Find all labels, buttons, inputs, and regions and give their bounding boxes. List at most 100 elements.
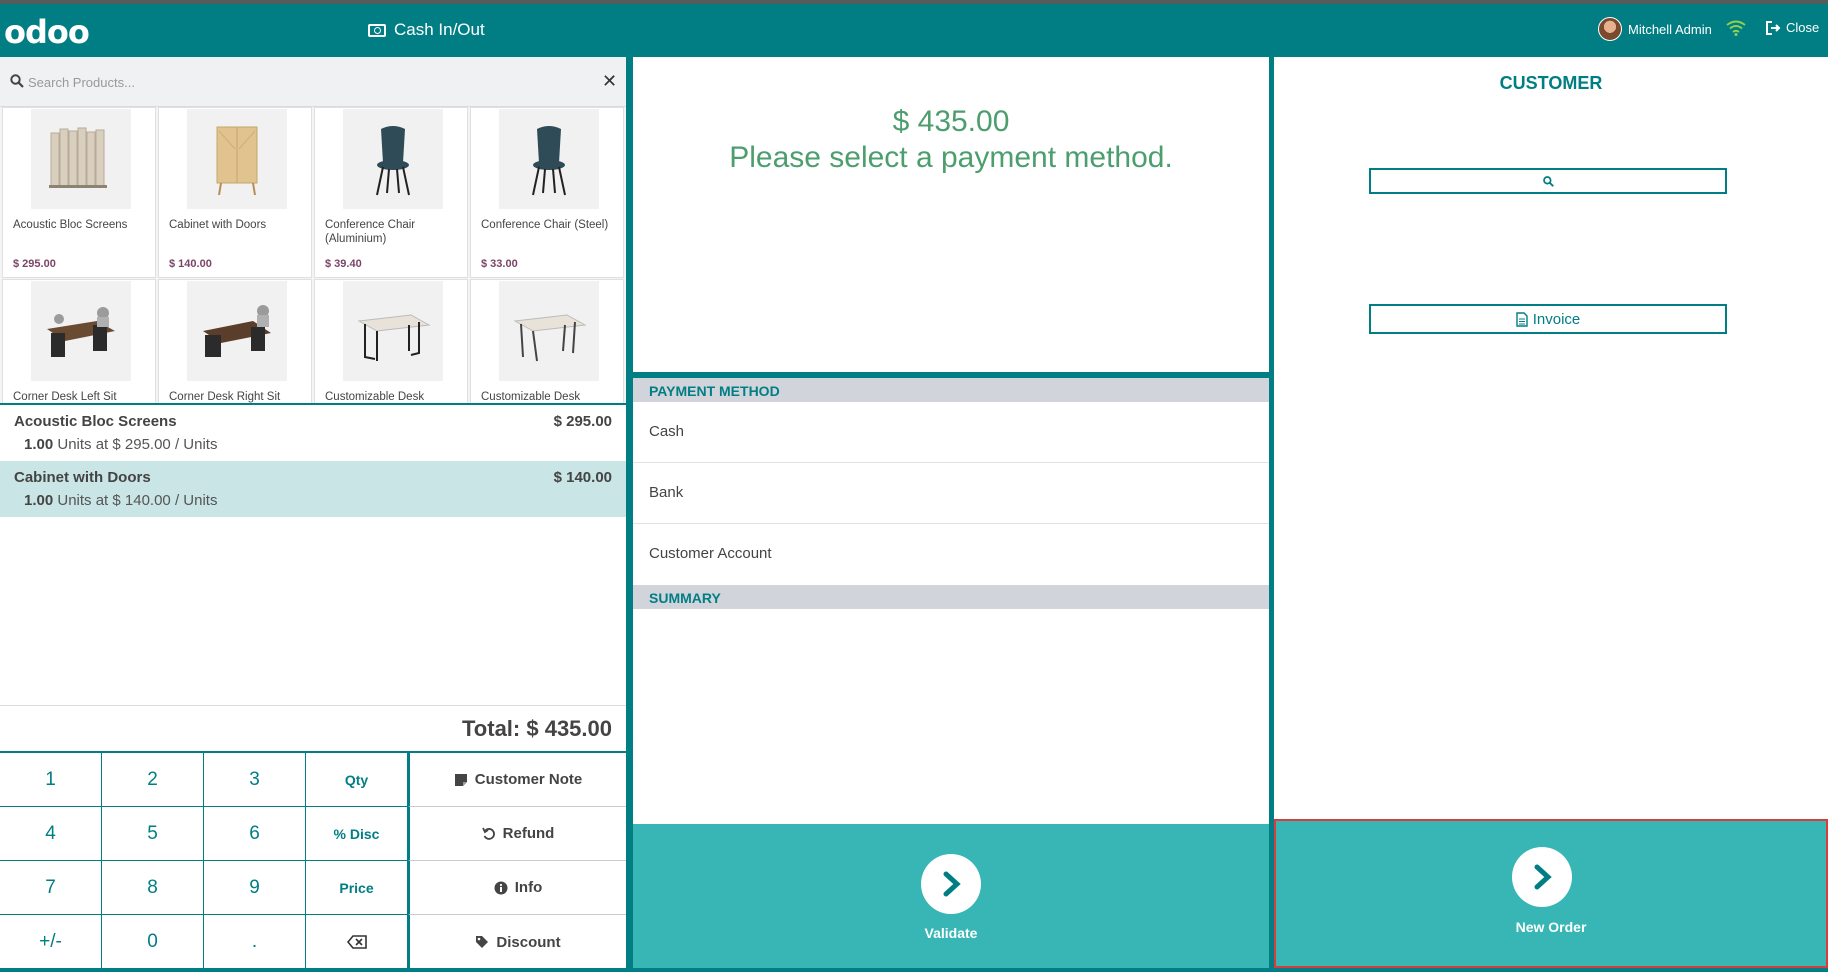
cash-in-out-label: Cash In/Out: [394, 20, 485, 39]
numpad-discount-mode[interactable]: % Disc: [306, 807, 408, 861]
payment-method-customer-account[interactable]: Customer Account: [633, 524, 1269, 585]
numpad-key-0[interactable]: 0: [102, 915, 204, 969]
numpad-plus-minus[interactable]: +/-: [0, 915, 102, 969]
undo-icon: [481, 827, 495, 840]
product-card[interactable]: Corner Desk Left Sit: [2, 279, 156, 403]
numpad-key-4[interactable]: 4: [0, 807, 102, 861]
search-icon: [10, 74, 24, 88]
product-name: Corner Desk Left Sit: [13, 391, 117, 403]
product-image: [343, 281, 443, 381]
discount-button[interactable]: Discount: [408, 915, 626, 969]
order-pane: ✕ Acoustic Bloc Screens $ 295.00: [0, 57, 626, 969]
chair-icon: [532, 126, 566, 196]
payment-status: $ 435.00 Please select a payment method.: [633, 57, 1269, 372]
new-order-label: New Order: [1515, 919, 1587, 935]
numpad-key-2[interactable]: 2: [102, 753, 204, 807]
validate-circle: [921, 854, 981, 914]
product-name: Customizable Desk: [325, 391, 425, 403]
table-icon: [513, 314, 587, 362]
numpad-key-6[interactable]: 6: [204, 807, 306, 861]
discount-label: Discount: [496, 933, 561, 951]
order-line-qty: 1.00: [24, 436, 54, 453]
product-image: [31, 109, 131, 209]
product-card[interactable]: Conference Chair (Steel) $ 33.00: [470, 107, 624, 278]
product-card[interactable]: Conference Chair (Aluminium) $ 39.40: [314, 107, 468, 278]
cash-in-out-button[interactable]: Cash In/Out: [368, 20, 485, 40]
payment-method-bank[interactable]: Bank: [633, 463, 1269, 524]
search-input[interactable]: [28, 69, 588, 95]
info-button[interactable]: Info: [408, 861, 626, 915]
product-price: $ 39.40: [325, 258, 362, 270]
screen-panel-icon: [49, 127, 107, 188]
wifi-icon[interactable]: [1726, 20, 1746, 36]
customer-note-label: Customer Note: [474, 771, 583, 788]
info-label: Info: [514, 879, 543, 896]
product-card[interactable]: Cabinet with Doors $ 140.00: [158, 107, 312, 278]
product-name: Customizable Desk: [481, 391, 581, 403]
order-line-unit-info: Units at $ 295.00 / Units: [53, 436, 218, 453]
close-session-button[interactable]: Close: [1766, 20, 1819, 35]
product-card[interactable]: Customizable Desk: [314, 279, 468, 403]
refund-button[interactable]: Refund: [408, 807, 626, 861]
order-line-name: Cabinet with Doors: [14, 469, 151, 486]
product-image: [499, 109, 599, 209]
order-line-price: $ 140.00: [553, 469, 612, 486]
customer-title: CUSTOMER: [1499, 73, 1603, 93]
product-image: [31, 281, 131, 381]
numpad-key-1[interactable]: 1: [0, 753, 102, 807]
order-line-info: 1.00 Units at $ 295.00 / Units: [24, 436, 217, 453]
numpad-key-5[interactable]: 5: [102, 807, 204, 861]
order-line-qty: 1.00: [24, 492, 54, 509]
user-menu[interactable]: Mitchell Admin: [1598, 17, 1712, 41]
product-name: Corner Desk Right Sit: [169, 391, 281, 403]
numpad-key-7[interactable]: 7: [0, 861, 102, 915]
customer-search-button[interactable]: [1369, 168, 1727, 194]
product-card[interactable]: Customizable Desk: [470, 279, 624, 403]
tag-icon: [476, 936, 489, 948]
chair-icon: [376, 126, 410, 196]
order-line-name: Acoustic Bloc Screens: [14, 413, 177, 430]
user-name: Mitchell Admin: [1628, 21, 1712, 37]
sticky-note-icon: [454, 773, 467, 786]
product-name: Conference Chair (Aluminium): [325, 219, 416, 245]
order-total: Total: $ 435.00: [462, 716, 612, 741]
numpad-key-8[interactable]: 8: [102, 861, 204, 915]
payment-method-header: PAYMENT METHOD: [633, 378, 1269, 402]
product-image: [499, 281, 599, 381]
order-line-unit-info: Units at $ 140.00 / Units: [53, 492, 218, 509]
numpad-key-3[interactable]: 3: [204, 753, 306, 807]
product-grid: Acoustic Bloc Screens $ 295.00 Cabinet w…: [0, 107, 626, 403]
product-name: Cabinet with Doors: [169, 219, 267, 231]
numpad-key-9[interactable]: 9: [204, 861, 306, 915]
payment-method-cash[interactable]: Cash: [633, 402, 1269, 463]
order-line-price: $ 295.00: [553, 413, 612, 430]
product-card[interactable]: Acoustic Bloc Screens $ 295.00: [2, 107, 156, 278]
avatar: [1598, 17, 1622, 41]
backspace-icon: [346, 934, 367, 949]
product-card[interactable]: Corner Desk Right Sit: [158, 279, 312, 403]
close-label: Close: [1786, 20, 1820, 35]
numpad-qty-mode[interactable]: Qty: [306, 753, 408, 807]
clear-search-icon[interactable]: ✕: [602, 71, 617, 92]
top-bar: odoo Cash In/Out Mitchell Admin Close: [0, 4, 1828, 57]
order-line-selected[interactable]: Cabinet with Doors $ 140.00 1.00 Units a…: [0, 461, 626, 517]
info-circle-icon: [494, 881, 508, 894]
product-image: [187, 281, 287, 381]
customer-note-button[interactable]: Customer Note: [408, 753, 626, 807]
numpad-price-mode[interactable]: Price: [306, 861, 408, 915]
odoo-logo: odoo: [4, 13, 90, 51]
numpad-backspace[interactable]: [306, 915, 408, 969]
chevron-right-icon: [1534, 864, 1552, 890]
product-price: $ 140.00: [169, 258, 212, 270]
summary-header: SUMMARY: [633, 585, 1269, 609]
order-lines: Acoustic Bloc Screens $ 295.00 1.00 Unit…: [0, 403, 626, 705]
order-line[interactable]: Acoustic Bloc Screens $ 295.00 1.00 Unit…: [0, 405, 626, 461]
new-order-button[interactable]: New Order: [1274, 819, 1828, 968]
validate-label: Validate: [924, 925, 978, 941]
invoice-label: Invoice: [1532, 310, 1581, 328]
desk-icon: [47, 307, 115, 357]
numpad-decimal[interactable]: .: [204, 915, 306, 969]
validate-button[interactable]: Validate: [633, 824, 1269, 968]
product-search-bar: ✕: [0, 57, 626, 107]
invoice-button[interactable]: Invoice: [1369, 304, 1727, 334]
